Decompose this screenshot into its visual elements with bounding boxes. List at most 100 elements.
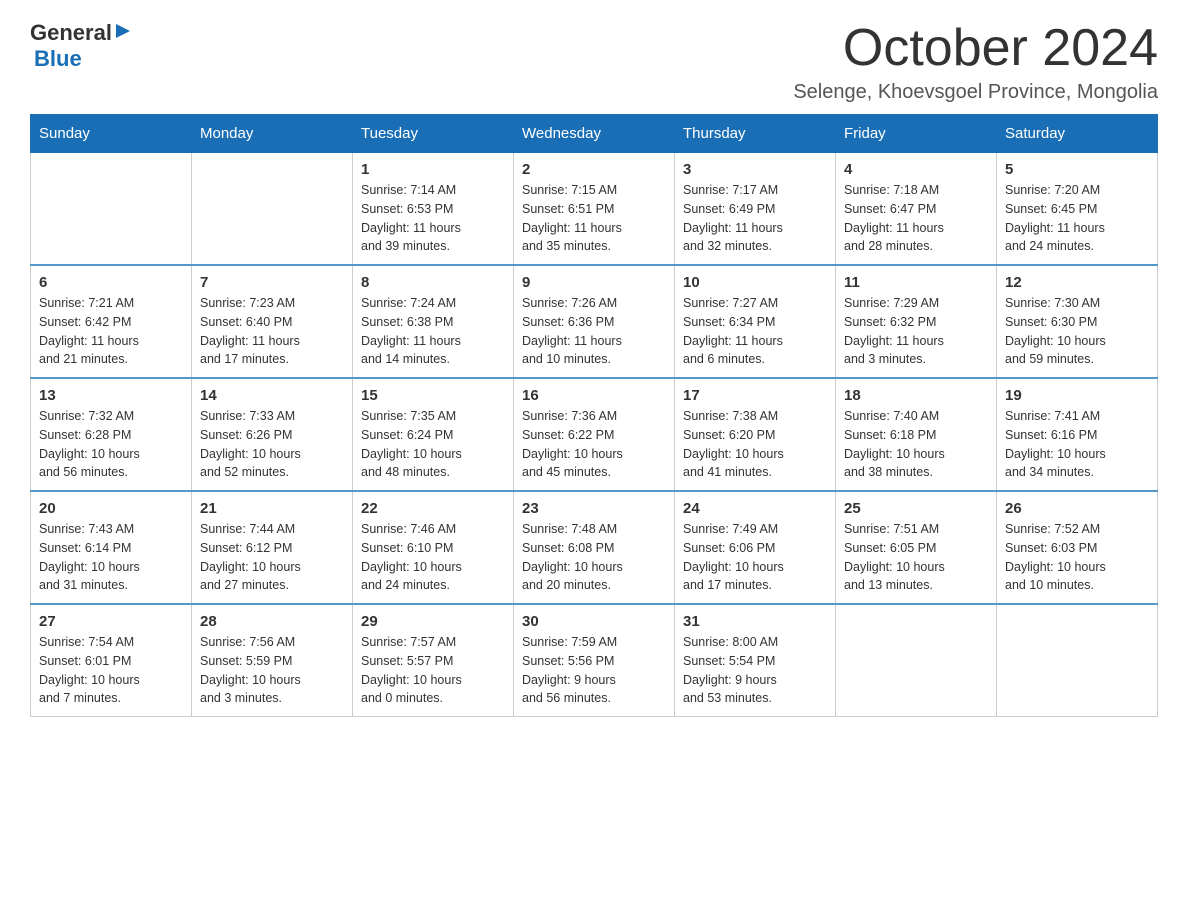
day-number: 20 xyxy=(39,500,183,517)
day-number: 14 xyxy=(200,387,344,404)
table-row: 31 Sunrise: 8:00 AM Sunset: 5:54 PM Dayli… xyxy=(675,604,836,717)
day-number: 28 xyxy=(200,613,344,630)
day-info: Sunrise: 8:00 AM Sunset: 5:54 PM Dayligh… xyxy=(683,633,827,708)
table-row: 29 Sunrise: 7:57 AM Sunset: 5:57 PM Dayli… xyxy=(353,604,514,717)
day-info: Sunrise: 7:18 AM Sunset: 6:47 PM Dayligh… xyxy=(844,181,988,256)
table-row: 9Sunrise: 7:26 AM Sunset: 6:36 PM Daylig… xyxy=(514,265,675,378)
table-row: 14 Sunrise: 7:33 AM Sunset: 6:26 PM Dayli… xyxy=(192,378,353,491)
day-number: 16 xyxy=(522,387,666,404)
table-row: 27 Sunrise: 7:54 AM Sunset: 6:01 PM Dayli… xyxy=(31,604,192,717)
logo-general-text: General xyxy=(30,20,112,46)
day-number: 12 xyxy=(1005,274,1149,291)
table-row: 16 Sunrise: 7:36 AM Sunset: 6:22 PM Dayli… xyxy=(514,378,675,491)
header-wednesday: Wednesday xyxy=(514,115,675,153)
title-section: October 2024 Selenge, Khoevsgoel Provinc… xyxy=(793,20,1158,104)
day-info: Sunrise: 7:44 AM Sunset: 6:12 PM Dayligh… xyxy=(200,520,344,595)
day-info: Sunrise: 7:48 AM Sunset: 6:08 PM Dayligh… xyxy=(522,520,666,595)
day-number: 7 xyxy=(200,274,344,291)
day-number: 6 xyxy=(39,274,183,291)
table-row xyxy=(192,153,353,266)
table-row: 25Sunrise: 7:51 AM Sunset: 6:05 PM Dayli… xyxy=(836,491,997,604)
table-row: 12 Sunrise: 7:30 AM Sunset: 6:30 PM Dayli… xyxy=(997,265,1158,378)
day-info: Sunrise: 7:24 AM Sunset: 6:38 PM Dayligh… xyxy=(361,294,505,369)
day-info: Sunrise: 7:32 AM Sunset: 6:28 PM Dayligh… xyxy=(39,407,183,482)
table-row xyxy=(997,604,1158,717)
calendar-header-row: Sunday Monday Tuesday Wednesday Thursday… xyxy=(31,115,1158,153)
table-row: 6 Sunrise: 7:21 AM Sunset: 6:42 PM Daylig… xyxy=(31,265,192,378)
day-info: Sunrise: 7:56 AM Sunset: 5:59 PM Dayligh… xyxy=(200,633,344,708)
day-info: Sunrise: 7:15 AM Sunset: 6:51 PM Dayligh… xyxy=(522,181,666,256)
day-number: 21 xyxy=(200,500,344,517)
day-number: 3 xyxy=(683,161,827,178)
day-number: 10 xyxy=(683,274,827,291)
day-info: Sunrise: 7:20 AM Sunset: 6:45 PM Dayligh… xyxy=(1005,181,1149,256)
header-thursday: Thursday xyxy=(675,115,836,153)
day-info: Sunrise: 7:52 AM Sunset: 6:03 PM Dayligh… xyxy=(1005,520,1149,595)
day-number: 11 xyxy=(844,274,988,291)
table-row: 20Sunrise: 7:43 AM Sunset: 6:14 PM Dayli… xyxy=(31,491,192,604)
table-row xyxy=(31,153,192,266)
table-row: 23 Sunrise: 7:48 AM Sunset: 6:08 PM Dayli… xyxy=(514,491,675,604)
calendar-week-row: 1 Sunrise: 7:14 AM Sunset: 6:53 PM Daylig… xyxy=(31,153,1158,266)
table-row: 18Sunrise: 7:40 AM Sunset: 6:18 PM Dayli… xyxy=(836,378,997,491)
day-number: 15 xyxy=(361,387,505,404)
day-number: 17 xyxy=(683,387,827,404)
day-number: 13 xyxy=(39,387,183,404)
table-row: 10 Sunrise: 7:27 AM Sunset: 6:34 PM Dayli… xyxy=(675,265,836,378)
header-friday: Friday xyxy=(836,115,997,153)
month-title: October 2024 xyxy=(793,20,1158,77)
table-row: 1 Sunrise: 7:14 AM Sunset: 6:53 PM Daylig… xyxy=(353,153,514,266)
day-number: 1 xyxy=(361,161,505,178)
header-tuesday: Tuesday xyxy=(353,115,514,153)
day-info: Sunrise: 7:36 AM Sunset: 6:22 PM Dayligh… xyxy=(522,407,666,482)
header-sunday: Sunday xyxy=(31,115,192,153)
day-info: Sunrise: 7:30 AM Sunset: 6:30 PM Dayligh… xyxy=(1005,294,1149,369)
day-info: Sunrise: 7:14 AM Sunset: 6:53 PM Dayligh… xyxy=(361,181,505,256)
day-info: Sunrise: 7:41 AM Sunset: 6:16 PM Dayligh… xyxy=(1005,407,1149,482)
table-row xyxy=(836,604,997,717)
table-row: 4 Sunrise: 7:18 AM Sunset: 6:47 PM Daylig… xyxy=(836,153,997,266)
day-number: 8 xyxy=(361,274,505,291)
logo: General Blue xyxy=(30,20,132,72)
day-info: Sunrise: 7:54 AM Sunset: 6:01 PM Dayligh… xyxy=(39,633,183,708)
table-row: 21 Sunrise: 7:44 AM Sunset: 6:12 PM Dayli… xyxy=(192,491,353,604)
day-info: Sunrise: 7:57 AM Sunset: 5:57 PM Dayligh… xyxy=(361,633,505,708)
day-info: Sunrise: 7:33 AM Sunset: 6:26 PM Dayligh… xyxy=(200,407,344,482)
day-number: 24 xyxy=(683,500,827,517)
header-saturday: Saturday xyxy=(997,115,1158,153)
day-number: 18 xyxy=(844,387,988,404)
table-row: 11 Sunrise: 7:29 AM Sunset: 6:32 PM Dayli… xyxy=(836,265,997,378)
day-number: 30 xyxy=(522,613,666,630)
table-row: 5Sunrise: 7:20 AM Sunset: 6:45 PM Daylig… xyxy=(997,153,1158,266)
day-info: Sunrise: 7:21 AM Sunset: 6:42 PM Dayligh… xyxy=(39,294,183,369)
day-number: 26 xyxy=(1005,500,1149,517)
day-number: 27 xyxy=(39,613,183,630)
day-info: Sunrise: 7:26 AM Sunset: 6:36 PM Dayligh… xyxy=(522,294,666,369)
day-info: Sunrise: 7:59 AM Sunset: 5:56 PM Dayligh… xyxy=(522,633,666,708)
day-info: Sunrise: 7:23 AM Sunset: 6:40 PM Dayligh… xyxy=(200,294,344,369)
day-info: Sunrise: 7:29 AM Sunset: 6:32 PM Dayligh… xyxy=(844,294,988,369)
day-number: 2 xyxy=(522,161,666,178)
calendar-week-row: 20Sunrise: 7:43 AM Sunset: 6:14 PM Dayli… xyxy=(31,491,1158,604)
calendar-week-row: 6 Sunrise: 7:21 AM Sunset: 6:42 PM Daylig… xyxy=(31,265,1158,378)
header-monday: Monday xyxy=(192,115,353,153)
day-info: Sunrise: 7:27 AM Sunset: 6:34 PM Dayligh… xyxy=(683,294,827,369)
table-row: 30 Sunrise: 7:59 AM Sunset: 5:56 PM Dayli… xyxy=(514,604,675,717)
day-number: 22 xyxy=(361,500,505,517)
day-number: 29 xyxy=(361,613,505,630)
day-number: 31 xyxy=(683,613,827,630)
day-info: Sunrise: 7:46 AM Sunset: 6:10 PM Dayligh… xyxy=(361,520,505,595)
table-row: 26 Sunrise: 7:52 AM Sunset: 6:03 PM Dayli… xyxy=(997,491,1158,604)
day-info: Sunrise: 7:35 AM Sunset: 6:24 PM Dayligh… xyxy=(361,407,505,482)
logo-triangle-icon xyxy=(114,22,132,40)
day-info: Sunrise: 7:38 AM Sunset: 6:20 PM Dayligh… xyxy=(683,407,827,482)
table-row: 28 Sunrise: 7:56 AM Sunset: 5:59 PM Dayli… xyxy=(192,604,353,717)
page-header: General Blue October 2024 Selenge, Khoev… xyxy=(30,20,1158,104)
table-row: 13 Sunrise: 7:32 AM Sunset: 6:28 PM Dayli… xyxy=(31,378,192,491)
day-number: 4 xyxy=(844,161,988,178)
table-row: 19Sunrise: 7:41 AM Sunset: 6:16 PM Dayli… xyxy=(997,378,1158,491)
day-number: 23 xyxy=(522,500,666,517)
calendar-week-row: 13 Sunrise: 7:32 AM Sunset: 6:28 PM Dayli… xyxy=(31,378,1158,491)
table-row: 24 Sunrise: 7:49 AM Sunset: 6:06 PM Dayli… xyxy=(675,491,836,604)
day-info: Sunrise: 7:49 AM Sunset: 6:06 PM Dayligh… xyxy=(683,520,827,595)
